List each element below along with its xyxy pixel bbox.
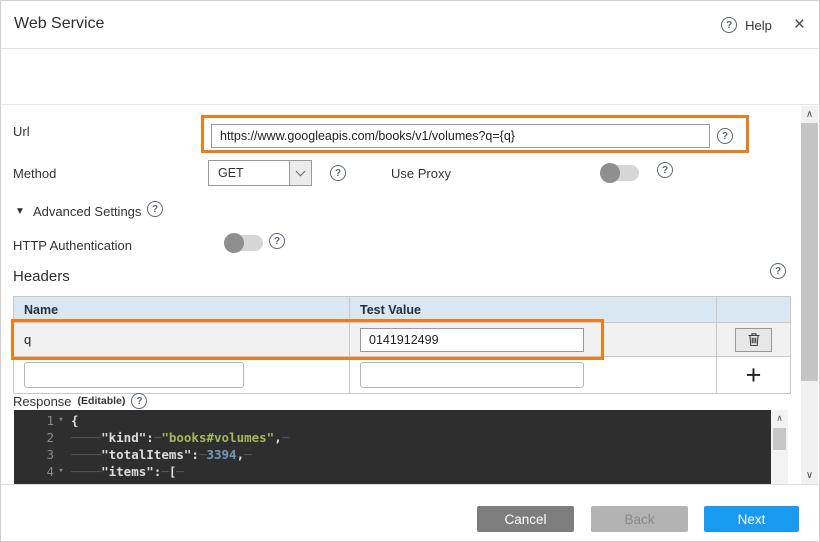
method-select[interactable]: GET — [208, 160, 312, 186]
http-auth-help-icon[interactable]: ? — [269, 233, 285, 249]
code-line: 1▾{ — [14, 412, 771, 429]
help-icon[interactable]: ? — [721, 17, 737, 33]
chevron-down-icon[interactable] — [289, 161, 311, 185]
code-line: 2────"kind":─"books#volumes",─ — [14, 429, 771, 446]
method-selected-value: GET — [209, 161, 289, 185]
url-input[interactable] — [211, 124, 710, 148]
method-help-icon[interactable]: ? — [330, 165, 346, 181]
scroll-down-icon[interactable]: ∨ — [801, 470, 818, 481]
response-editor-code[interactable]: 1▾{2────"kind":─"books#volumes",─3────"t… — [14, 410, 771, 484]
new-header-name-input[interactable] — [24, 362, 244, 388]
header-name-value[interactable]: q — [14, 323, 350, 356]
page-title: Web Service — [14, 15, 104, 33]
url-highlight-box: ? — [201, 115, 749, 153]
content-area: Url ? Method GET ? Use Proxy ? ▼ Advance… — [1, 105, 819, 484]
url-label: Url — [13, 124, 30, 139]
response-label-row: Response (Editable) ? — [13, 393, 147, 409]
use-proxy-label: Use Proxy — [391, 166, 451, 181]
code-line: 4▾────"items":─[─ — [14, 463, 771, 480]
column-header-test-value: Test Value — [350, 297, 717, 322]
help-link[interactable]: Help — [745, 18, 772, 33]
advanced-settings-label[interactable]: Advanced Settings — [33, 204, 141, 219]
advanced-settings-collapse-icon[interactable]: ▼ — [15, 206, 25, 217]
cancel-button[interactable]: Cancel — [477, 506, 574, 532]
stepper: 1 2 Import WebService Configure WebServi… — [1, 49, 819, 105]
add-row-button[interactable]: + — [746, 362, 762, 389]
editor-scrollbar[interactable]: ∧ — [771, 410, 788, 484]
delete-row-button[interactable] — [735, 328, 772, 352]
fold-icon[interactable]: ▾ — [54, 412, 68, 429]
response-help-icon[interactable]: ? — [131, 393, 147, 409]
response-editable-label: (Editable) — [78, 395, 126, 407]
close-icon[interactable]: × — [794, 17, 805, 33]
page-scrollbar[interactable]: ∧ ∨ — [801, 106, 818, 484]
headers-section-title: Headers — [13, 268, 70, 285]
response-editor: 1▾{2────"kind":─"books#volumes",─3────"t… — [14, 410, 788, 484]
titlebar: Web Service ? Help × — [1, 1, 819, 49]
table-row-new: + — [14, 357, 790, 393]
code-line: 3────"totalItems":─3394,─ — [14, 446, 771, 463]
fold-spacer — [54, 446, 68, 463]
response-label: Response — [13, 394, 72, 409]
column-header-name: Name — [14, 297, 350, 322]
headers-help-icon[interactable]: ? — [770, 263, 786, 279]
editor-scrollbar-thumb[interactable] — [773, 428, 786, 450]
fold-spacer — [54, 429, 68, 446]
http-auth-label: HTTP Authentication — [13, 238, 132, 253]
http-auth-toggle[interactable] — [225, 235, 263, 251]
headers-table-header: Name Test Value — [14, 297, 790, 323]
method-label: Method — [13, 166, 56, 181]
header-test-value-input[interactable] — [360, 328, 584, 352]
editor-scroll-up-icon[interactable]: ∧ — [771, 413, 788, 424]
web-service-dialog: Web Service ? Help × 1 2 Import WebServi… — [0, 0, 820, 542]
advanced-settings-help-icon[interactable]: ? — [147, 201, 163, 217]
footer: Cancel Back Next — [1, 484, 819, 542]
url-help-icon[interactable]: ? — [717, 128, 733, 144]
headers-table: Name Test Value q — [13, 296, 791, 394]
page-scrollbar-thumb[interactable] — [801, 123, 818, 381]
back-button[interactable]: Back — [591, 506, 688, 532]
scroll-up-icon[interactable]: ∧ — [801, 109, 818, 120]
next-button[interactable]: Next — [704, 506, 799, 532]
fold-icon[interactable]: ▾ — [54, 463, 68, 480]
new-header-test-value-input[interactable] — [360, 362, 584, 388]
use-proxy-toggle[interactable] — [601, 165, 639, 181]
table-row: q — [14, 323, 790, 357]
use-proxy-help-icon[interactable]: ? — [657, 162, 673, 178]
trash-icon — [747, 332, 761, 347]
